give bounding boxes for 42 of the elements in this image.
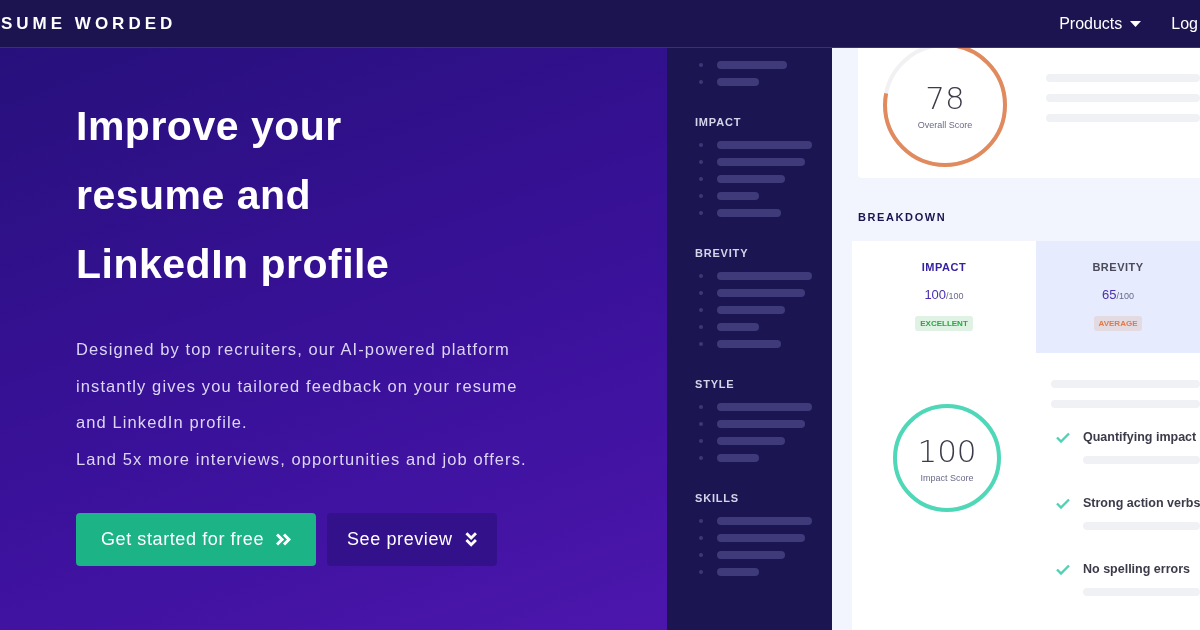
placeholder-line [717, 305, 785, 314]
category-name: BREVITY [1092, 261, 1144, 273]
section-heading[interactable]: STYLE [695, 378, 832, 390]
hero-paragraph: Designed by top recruiters, our AI-powered platform instantly gives you tailored feedback on your resume and LinkedIn profile. [76, 339, 519, 433]
caret-icon [1130, 20, 1142, 27]
score-value: 78 [925, 80, 965, 116]
section-heading[interactable]: IMPACT [695, 116, 832, 128]
placeholder-line [717, 339, 781, 348]
breakdown-heading: BREAKDOWN [858, 211, 948, 223]
rating-badge: EXCELLENT [915, 316, 973, 331]
placeholder-line [717, 567, 759, 576]
placeholder-line [717, 208, 781, 217]
logo-text[interactable]: SUME WORDED [0, 13, 177, 34]
nav-link[interactable]: Products [1059, 14, 1142, 33]
preview-button[interactable]: See preview [327, 513, 497, 566]
score-label: Impact Score [920, 473, 974, 483]
category-tab[interactable]: BREVITY 65/100 AVERAGE [1036, 241, 1200, 353]
category-name: IMPACT [921, 261, 967, 273]
hero-title: Improve your resume and LinkedIn profile [76, 102, 391, 289]
category-score: 100/100 [924, 287, 964, 302]
placeholder-line [717, 550, 785, 559]
section-heading[interactable]: SKILLS [695, 492, 832, 504]
double-chevron-down-icon [464, 532, 477, 547]
check-label: No spelling errors [1083, 562, 1190, 576]
score-label: Overall Score [917, 120, 973, 130]
rating-badge: AVERAGE [1093, 316, 1143, 331]
placeholder-line [717, 60, 787, 69]
check-label: Quantifying impact [1083, 430, 1197, 444]
placeholder-line [717, 174, 785, 183]
category-score: 65/100 [1102, 287, 1134, 302]
placeholder-line [717, 453, 759, 462]
placeholder-line [717, 77, 759, 86]
score-value: 100 [917, 433, 977, 469]
nav-link[interactable]: Log [1171, 14, 1198, 33]
placeholder-line [717, 322, 759, 331]
category-tab[interactable]: IMPACT 100/100 EXCELLENT [852, 241, 1036, 353]
placeholder-line [717, 436, 785, 445]
section-heading[interactable]: BREVITY [695, 247, 832, 259]
check-label: Strong action verbs [1083, 496, 1200, 510]
placeholder-line [717, 191, 759, 200]
double-chevron-right-icon [276, 533, 292, 546]
hero-paragraph: Land 5x more interviews, opportunities and job offers. [76, 448, 528, 470]
